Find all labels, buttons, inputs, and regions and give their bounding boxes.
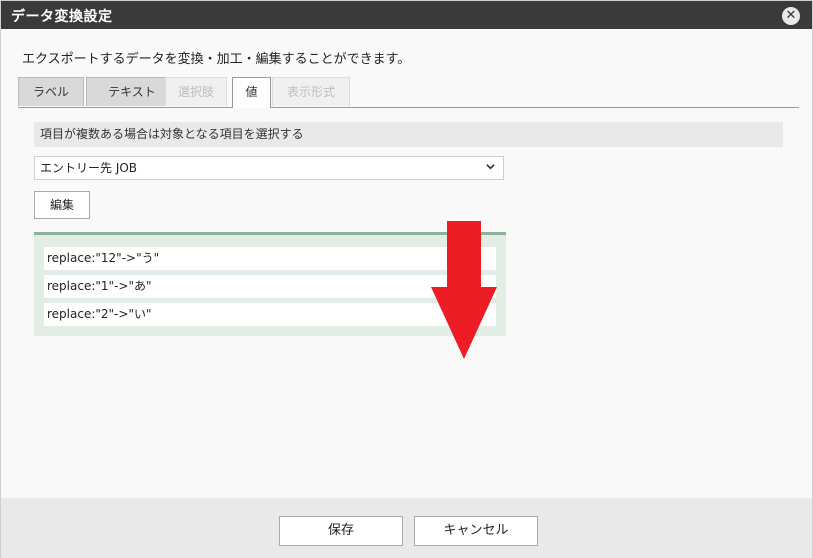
edit-button[interactable]: 編集 <box>34 191 90 219</box>
dialog-footer: 保存 キャンセル <box>1 498 812 558</box>
close-icon[interactable]: ✕ <box>782 7 800 25</box>
dialog-titlebar: データ変換設定 ✕ <box>1 1 812 29</box>
tab-bar: ラベル テキスト 選択肢 値 表示形式 <box>18 77 799 108</box>
cancel-button[interactable]: キャンセル <box>414 516 538 546</box>
chevron-down-icon <box>486 164 495 170</box>
value-row[interactable]: replace:"12"->"う" <box>44 247 496 270</box>
tab-value[interactable]: 値 <box>232 77 271 108</box>
red-down-arrow-icon <box>431 221 497 359</box>
value-row[interactable]: replace:"1"->"あ" <box>44 275 496 298</box>
tab-choices: 選択肢 <box>165 77 227 106</box>
tab-label[interactable]: ラベル <box>18 77 84 106</box>
panel-header: 項目が複数ある場合は対象となる項目を選択する <box>34 122 783 147</box>
save-button[interactable]: 保存 <box>279 516 403 546</box>
item-select-value: エントリー先 JOB <box>40 161 138 175</box>
item-select[interactable]: エントリー先 JOB <box>34 156 504 180</box>
tab-display-format: 表示形式 <box>272 77 350 106</box>
dialog-description: エクスポートするデータを変換・加工・編集することができます。 <box>22 52 411 67</box>
value-row[interactable]: replace:"2"->"い" <box>44 303 496 326</box>
dialog-title: データ変換設定 <box>11 9 113 25</box>
data-conversion-dialog: データ変換設定 ✕ エクスポートするデータを変換・加工・編集することができます。… <box>0 0 813 558</box>
